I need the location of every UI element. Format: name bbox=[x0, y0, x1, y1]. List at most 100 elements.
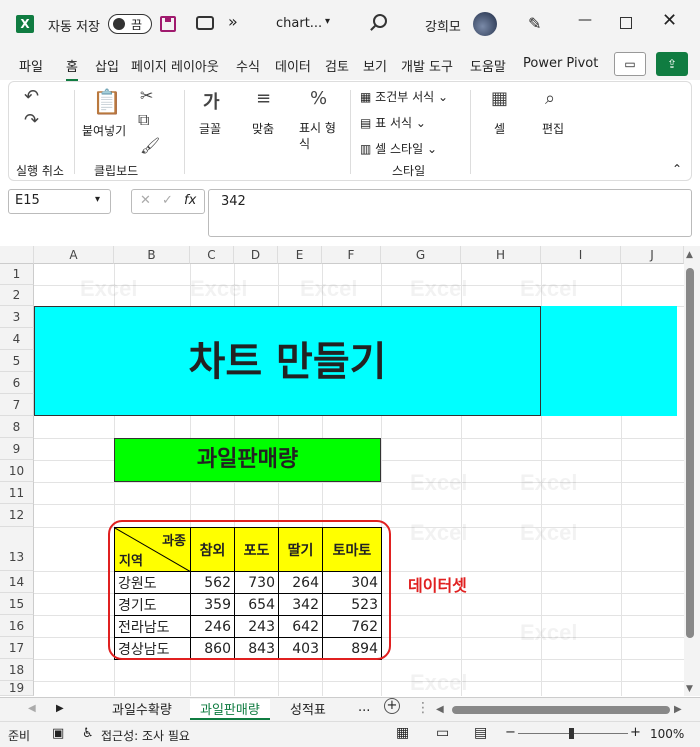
close-button[interactable]: ✕ bbox=[662, 10, 677, 31]
zoom-out-icon[interactable]: − bbox=[505, 725, 516, 740]
column-header[interactable]: J bbox=[621, 246, 684, 264]
cells-icon[interactable]: ▦ bbox=[491, 88, 508, 109]
prev-sheet-icon[interactable]: ◀ bbox=[28, 703, 36, 714]
tab-developer[interactable]: 개발 도구 bbox=[401, 56, 453, 75]
share-button[interactable]: ⇪ bbox=[656, 52, 688, 76]
row-header[interactable]: 3 bbox=[0, 306, 34, 328]
macro-icon[interactable]: ▣ bbox=[52, 726, 64, 741]
row-header[interactable]: 19 bbox=[0, 681, 34, 696]
row-header[interactable]: 9 bbox=[0, 438, 34, 460]
tab-insert[interactable]: 삽입 bbox=[95, 56, 119, 75]
cancel-icon[interactable]: ✕ bbox=[140, 193, 151, 208]
sheet-tab-active[interactable]: 과일판매량 bbox=[190, 699, 270, 720]
page-layout-view-icon[interactable]: ▭ bbox=[436, 725, 449, 741]
check-icon[interactable]: ✓ bbox=[162, 193, 173, 208]
select-all-corner[interactable] bbox=[0, 246, 34, 264]
search-icon[interactable] bbox=[373, 14, 387, 28]
column-header[interactable]: A bbox=[34, 246, 114, 264]
tab-help[interactable]: 도움말 bbox=[470, 56, 506, 75]
comments-button[interactable]: ▭ bbox=[614, 52, 646, 76]
column-header[interactable]: E bbox=[278, 246, 322, 264]
cut-icon[interactable]: ✂ bbox=[140, 86, 153, 105]
column-header[interactable]: I bbox=[541, 246, 621, 264]
row-header[interactable]: 12 bbox=[0, 504, 34, 527]
row-header[interactable]: 18 bbox=[0, 659, 34, 681]
minimize-button[interactable]: — bbox=[570, 12, 600, 36]
file-name[interactable]: chart... bbox=[276, 16, 322, 31]
collapse-ribbon-icon[interactable]: ⌃ bbox=[672, 162, 682, 176]
zoom-in-icon[interactable]: + bbox=[630, 725, 641, 740]
chevron-down-icon[interactable]: ▾ bbox=[95, 194, 100, 205]
tab-split-handle[interactable]: ⋮ bbox=[416, 700, 430, 716]
edit-button[interactable]: 편집 bbox=[542, 120, 564, 137]
row-header[interactable]: 17 bbox=[0, 637, 34, 659]
row-header[interactable]: 8 bbox=[0, 416, 34, 438]
align-button[interactable]: 맞춤 bbox=[252, 120, 274, 137]
column-header[interactable]: D bbox=[234, 246, 278, 264]
column-header[interactable]: C bbox=[190, 246, 234, 264]
row-header[interactable]: 5 bbox=[0, 350, 34, 372]
copy-icon[interactable]: ⧉ bbox=[138, 110, 149, 130]
row-header[interactable]: 4 bbox=[0, 328, 34, 350]
scroll-right-icon[interactable]: ▶ bbox=[674, 704, 682, 715]
column-header[interactable]: F bbox=[322, 246, 381, 264]
row-header[interactable]: 15 bbox=[0, 593, 34, 615]
next-sheet-icon[interactable]: ▶ bbox=[56, 703, 64, 714]
sheet-subtitle-cell[interactable]: 과일판매량 bbox=[114, 438, 381, 482]
row-header[interactable]: 13 bbox=[0, 527, 34, 571]
format-painter-icon[interactable]: 🖌 bbox=[140, 136, 160, 155]
avatar[interactable] bbox=[473, 12, 497, 36]
sheet-title-cell[interactable]: 차트 만들기 bbox=[34, 306, 541, 416]
scroll-down-icon[interactable]: ▼ bbox=[686, 684, 693, 694]
formula-input[interactable]: 342 bbox=[208, 189, 692, 237]
row-header[interactable]: 1 bbox=[0, 264, 34, 285]
redo-icon[interactable]: ↷ bbox=[24, 110, 39, 131]
table-format-button[interactable]: ▤ 표 서식 ⌄ bbox=[360, 114, 426, 131]
save-icon[interactable] bbox=[160, 16, 176, 32]
tab-formulas[interactable]: 수식 bbox=[236, 56, 260, 75]
paste-icon[interactable]: 📋 bbox=[92, 88, 122, 116]
align-icon[interactable]: ≡ bbox=[256, 88, 271, 109]
tab-page-layout[interactable]: 페이지 레이아웃 bbox=[131, 56, 219, 75]
normal-view-icon[interactable]: ▦ bbox=[396, 725, 409, 741]
scroll-up-icon[interactable]: ▲ bbox=[686, 250, 693, 260]
pen-icon[interactable]: ✎ bbox=[528, 14, 541, 33]
tab-data[interactable]: 데이터 bbox=[275, 56, 311, 75]
scroll-left-icon[interactable]: ◀ bbox=[436, 704, 444, 715]
row-header[interactable]: 2 bbox=[0, 285, 34, 306]
row-header[interactable]: 11 bbox=[0, 482, 34, 504]
tab-file[interactable]: 파일 bbox=[19, 56, 43, 75]
search-icon[interactable]: ⌕ bbox=[545, 88, 555, 109]
paste-button[interactable]: 붙여넣기 bbox=[82, 122, 126, 139]
number-format-button[interactable]: 표시 형 식 bbox=[299, 120, 336, 152]
sheet-tab[interactable]: 과일수확량 bbox=[102, 699, 182, 718]
row-header[interactable]: 14 bbox=[0, 571, 34, 593]
autosave-toggle[interactable]: 끔 bbox=[108, 14, 152, 34]
conditional-format-button[interactable]: ▦ 조건부 서식 ⌄ bbox=[360, 88, 448, 105]
column-header[interactable]: G bbox=[381, 246, 461, 264]
sheet-tab[interactable]: 성적표 bbox=[280, 699, 336, 718]
more-commands-icon[interactable]: » bbox=[228, 12, 238, 31]
row-header[interactable]: 10 bbox=[0, 460, 34, 482]
column-header[interactable]: B bbox=[114, 246, 190, 264]
row-header[interactable]: 16 bbox=[0, 615, 34, 637]
user-name[interactable]: 강희모 bbox=[425, 16, 461, 35]
fx-icon[interactable]: fx bbox=[184, 193, 196, 208]
tab-review[interactable]: 검토 bbox=[325, 56, 349, 75]
cells-button[interactable]: 셀 bbox=[494, 120, 505, 137]
zoom-slider-thumb[interactable] bbox=[569, 728, 574, 739]
row-header[interactable]: 6 bbox=[0, 372, 34, 394]
percent-icon[interactable]: % bbox=[310, 88, 327, 109]
camera-icon[interactable] bbox=[196, 16, 214, 30]
accessibility-status[interactable]: 접근성: 조사 필요 bbox=[101, 727, 190, 744]
chevron-down-icon[interactable]: ▾ bbox=[325, 16, 330, 27]
maximize-button[interactable] bbox=[620, 17, 632, 29]
more-sheets-button[interactable]: ... bbox=[358, 700, 370, 715]
zoom-level[interactable]: 100% bbox=[650, 727, 684, 741]
accessibility-icon[interactable]: ♿ bbox=[82, 726, 94, 741]
undo-icon[interactable]: ↶ bbox=[24, 86, 39, 107]
tab-power-pivot[interactable]: Power Pivot bbox=[523, 56, 598, 71]
tab-home[interactable]: 홈 bbox=[66, 56, 78, 82]
cell-style-button[interactable]: ▥ 셀 스타일 ⌄ bbox=[360, 140, 437, 157]
row-header[interactable]: 7 bbox=[0, 394, 34, 416]
